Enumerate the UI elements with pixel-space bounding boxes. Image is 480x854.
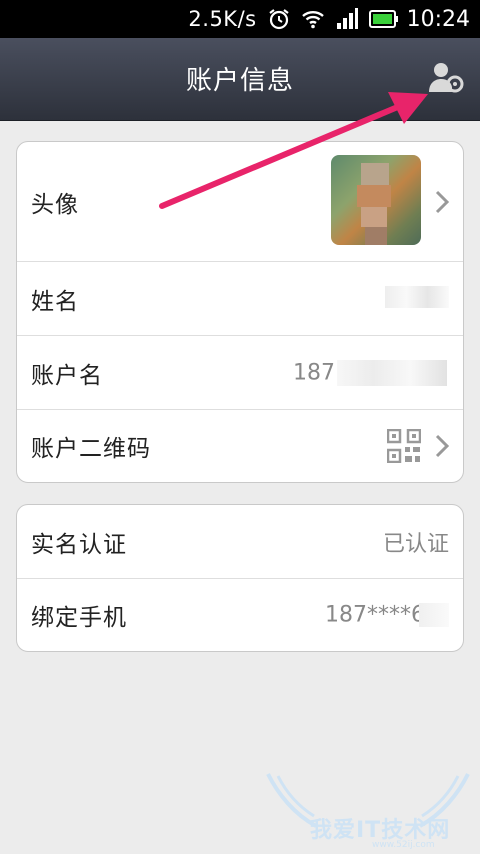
watermark: 我爱IT技术网 www.52ij.com <box>262 770 474 850</box>
watermark-wings-icon <box>266 773 470 828</box>
account-info-card: 头像 姓名 账户名 187 账户二维码 <box>16 141 464 483</box>
verification-card: 实名认证 已认证 绑定手机 187****6 <box>16 504 464 652</box>
account-name-label: 账户名 <box>31 362 103 389</box>
avatar-label: 头像 <box>31 191 79 218</box>
signal-icon <box>336 8 358 29</box>
name-row: 姓名 <box>17 262 463 336</box>
account-name-value: 187 <box>293 360 335 385</box>
profile-settings-icon[interactable] <box>426 58 466 98</box>
bound-phone-value: 187****6 <box>325 602 425 628</box>
clock-time: 10:24 <box>406 6 470 32</box>
chevron-right-icon <box>435 190 450 213</box>
account-name-redacted <box>337 360 447 386</box>
name-value-redacted <box>385 286 449 308</box>
account-qr-row[interactable]: 账户二维码 <box>17 410 463 482</box>
bound-phone-row: 绑定手机 187****6 <box>17 579 463 651</box>
real-name-row: 实名认证 已认证 <box>17 505 463 579</box>
real-name-status: 已认证 <box>382 531 449 557</box>
chevron-right-icon <box>435 434 450 458</box>
watermark-text: 我爱IT技术网 <box>310 818 451 843</box>
qr-code-icon <box>387 429 421 463</box>
watermark-url: www.52ij.com <box>372 840 435 850</box>
network-speed: 2.5K/s <box>188 7 257 31</box>
battery-icon <box>368 10 398 28</box>
account-qr-label: 账户二维码 <box>31 436 151 462</box>
alarm-clock-icon <box>268 9 289 30</box>
real-name-label: 实名认证 <box>31 531 127 558</box>
title-bar: 账户信息 <box>0 38 480 121</box>
wifi-icon <box>301 11 324 29</box>
status-bar: 2.5K/s 10:24 <box>0 0 480 38</box>
bound-phone-label: 绑定手机 <box>31 605 127 631</box>
name-label: 姓名 <box>31 288 79 315</box>
phone-redacted <box>419 603 449 627</box>
avatar-row[interactable]: 头像 <box>17 142 463 262</box>
account-name-row: 账户名 187 <box>17 336 463 410</box>
avatar[interactable] <box>331 155 421 245</box>
page-title: 账户信息 <box>185 66 294 96</box>
